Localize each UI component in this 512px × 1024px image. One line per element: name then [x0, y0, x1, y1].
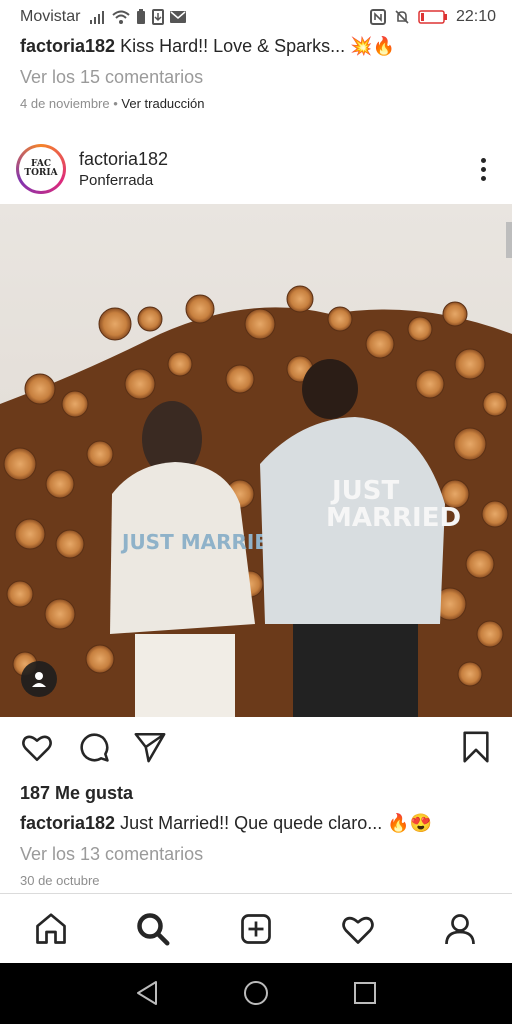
svg-text:JUST: JUST [330, 476, 400, 506]
status-bar: Movistar 22:10 [0, 0, 512, 34]
more-options-icon[interactable] [481, 157, 486, 181]
comment-icon[interactable] [77, 730, 111, 764]
post-location[interactable]: Ponferrada [79, 172, 168, 189]
post-date: 4 de noviembre [20, 96, 110, 111]
system-navigation-bar [0, 963, 512, 1024]
download-icon [152, 9, 165, 25]
previous-post-footer: factoria182 Kiss Hard!! Love & Sparks...… [0, 34, 512, 114]
recents-icon[interactable] [352, 979, 378, 1007]
post-caption: factoria182 Just Married!! Que quede cla… [0, 811, 512, 835]
clock: 22:10 [455, 8, 496, 25]
view-comments-link[interactable]: Ver los 13 comentarios [0, 841, 223, 867]
caption-text: Just Married!! Que quede claro... 🔥😍 [120, 813, 433, 833]
battery-icon [418, 10, 447, 24]
activity-heart-icon[interactable] [340, 911, 376, 947]
nfc-icon [369, 9, 386, 25]
post-date: 30 de octubre [20, 873, 100, 888]
home-circle-icon[interactable] [243, 979, 269, 1007]
scrollbar[interactable] [506, 222, 512, 258]
wifi-icon [112, 10, 131, 24]
heart-icon[interactable] [20, 730, 54, 764]
home-icon[interactable] [33, 911, 69, 947]
view-comments-link[interactable]: Ver los 15 comentarios [0, 64, 512, 90]
add-post-icon[interactable] [238, 911, 274, 947]
signal-icon [90, 11, 105, 24]
mail-icon [170, 11, 187, 23]
caption-username[interactable]: factoria182 [20, 36, 115, 56]
user-icon [32, 672, 46, 687]
post-header: FAC TORIA factoria182 Ponferrada [0, 134, 512, 204]
post-actions [0, 730, 512, 770]
post-username[interactable]: factoria182 [79, 149, 168, 170]
svg-text:MARRIED: MARRIED [326, 503, 461, 533]
back-icon[interactable] [134, 979, 160, 1007]
post-photo[interactable]: JUST MARRIED JUST MARRIED [0, 204, 512, 717]
bookmark-icon[interactable] [459, 730, 493, 764]
carrier-name: Movistar [20, 8, 81, 25]
previous-post-caption: factoria182 Kiss Hard!! Love & Sparks...… [0, 34, 512, 58]
see-translation-link[interactable]: Ver traducción [121, 96, 204, 111]
caption-text: Kiss Hard!! Love & Sparks... 💥🔥 [120, 36, 395, 56]
profile-icon[interactable] [442, 911, 478, 947]
caption-username[interactable]: factoria182 [20, 813, 115, 833]
bottom-navigation [0, 893, 512, 964]
post-date-row: 4 de noviembre • Ver traducción [20, 96, 205, 111]
likes-count[interactable]: 187 Me gusta [20, 783, 133, 804]
tagged-people-button[interactable] [21, 661, 57, 697]
search-icon[interactable] [135, 911, 171, 947]
mute-icon [395, 10, 409, 24]
svg-text:JUST MARRIED: JUST MARRIED [120, 530, 285, 554]
send-icon[interactable] [133, 730, 167, 764]
avatar[interactable]: FAC TORIA [16, 144, 66, 194]
battery-saver-icon [137, 9, 146, 24]
